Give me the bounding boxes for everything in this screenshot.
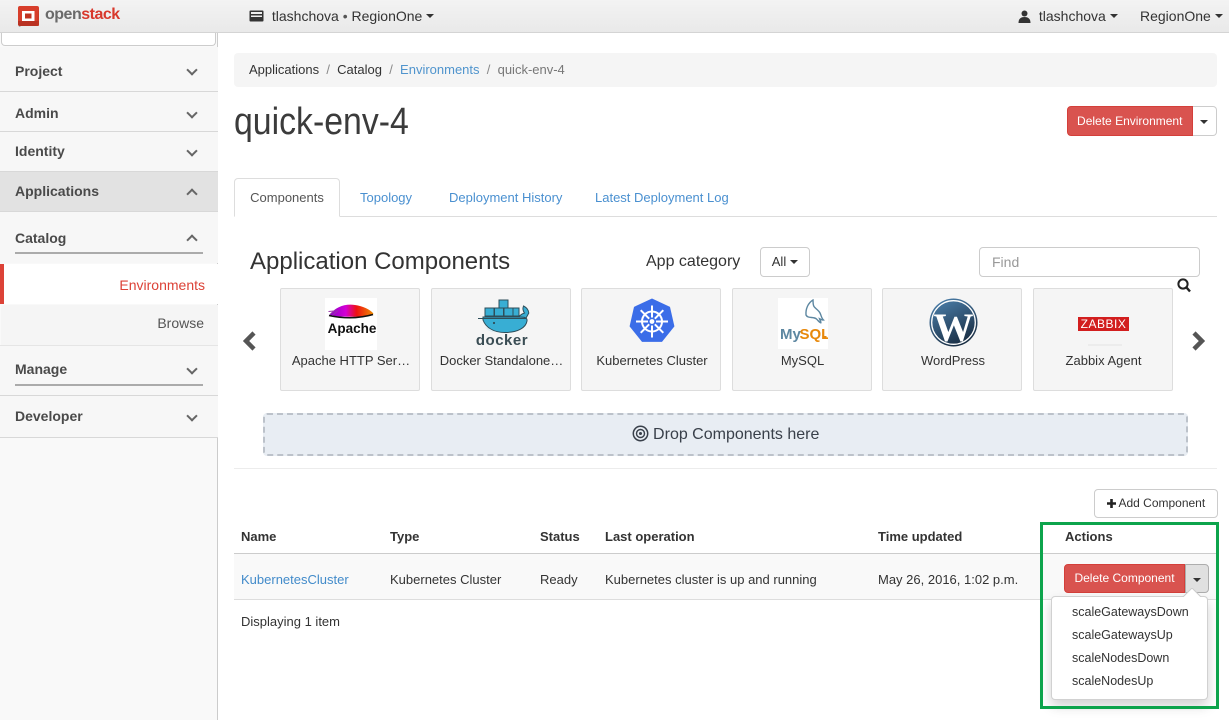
svg-text:Apache: Apache [328,321,377,336]
svg-text:SQL: SQL [799,326,828,343]
svg-text:ZABBIX: ZABBIX [1080,317,1126,331]
svg-text:docker: docker [475,332,527,348]
svg-text:My: My [780,326,801,343]
